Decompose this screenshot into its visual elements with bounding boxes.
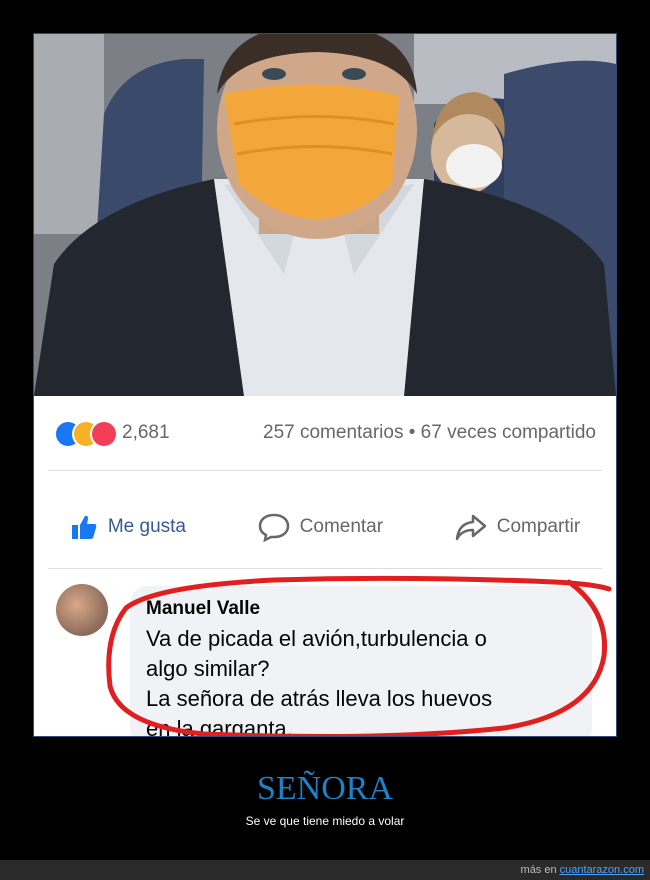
comment-author[interactable]: Manuel Valle [146, 598, 576, 620]
thumbs-up-icon [71, 515, 97, 539]
comment-line: algo similar? [146, 656, 270, 681]
avatar[interactable] [56, 584, 108, 636]
caption-subtitle: Se ve que tiene miedo a volar [245, 814, 405, 828]
meme-frame: 2,681 257 comentarios • 67 veces compart… [33, 33, 617, 737]
share-button[interactable]: Compartir [445, 506, 590, 548]
comment-line: en la garganta. [146, 716, 293, 737]
like-button[interactable]: Me gusta [60, 507, 196, 547]
post-actions: Me gusta Comentar Compartir [34, 502, 616, 552]
selfie-photo [34, 34, 616, 396]
post-stats: 2,681 257 comentarios • 67 veces compart… [54, 418, 596, 448]
facebook-post-card: 2,681 257 comentarios • 67 veces compart… [34, 396, 616, 736]
footer-site-link[interactable]: cuantarazon.com [560, 864, 644, 876]
footer-prefix: más en [520, 864, 557, 876]
divider [48, 568, 602, 569]
reaction-icons[interactable] [54, 420, 132, 448]
comments-shares-count[interactable]: 257 comentarios • 67 veces compartido [263, 422, 596, 444]
like-button-label: Me gusta [107, 516, 186, 537]
comment: Manuel Valle Va de picada el avión,turbu… [34, 578, 616, 737]
comment-button-label: Comentar [299, 516, 384, 537]
site-footer: más en cuantarazon.com [0, 860, 650, 880]
love-reaction-icon [90, 420, 118, 448]
comment-bubble-icon [258, 513, 289, 542]
comment-line: Va de picada el avión,turbulencia o [146, 626, 487, 651]
comment-line: La señora de atrás lleva los huevos [146, 686, 493, 711]
caption-title: SEÑORA [256, 770, 394, 807]
comment-bubble: Manuel Valle Va de picada el avión,turbu… [130, 586, 592, 737]
share-arrow-icon [455, 514, 486, 541]
comment-button[interactable]: Comentar [248, 506, 393, 548]
share-button-label: Compartir [496, 516, 581, 537]
divider [48, 470, 602, 471]
comment-text: Va de picada el avión,turbulencia o algo… [146, 624, 576, 737]
